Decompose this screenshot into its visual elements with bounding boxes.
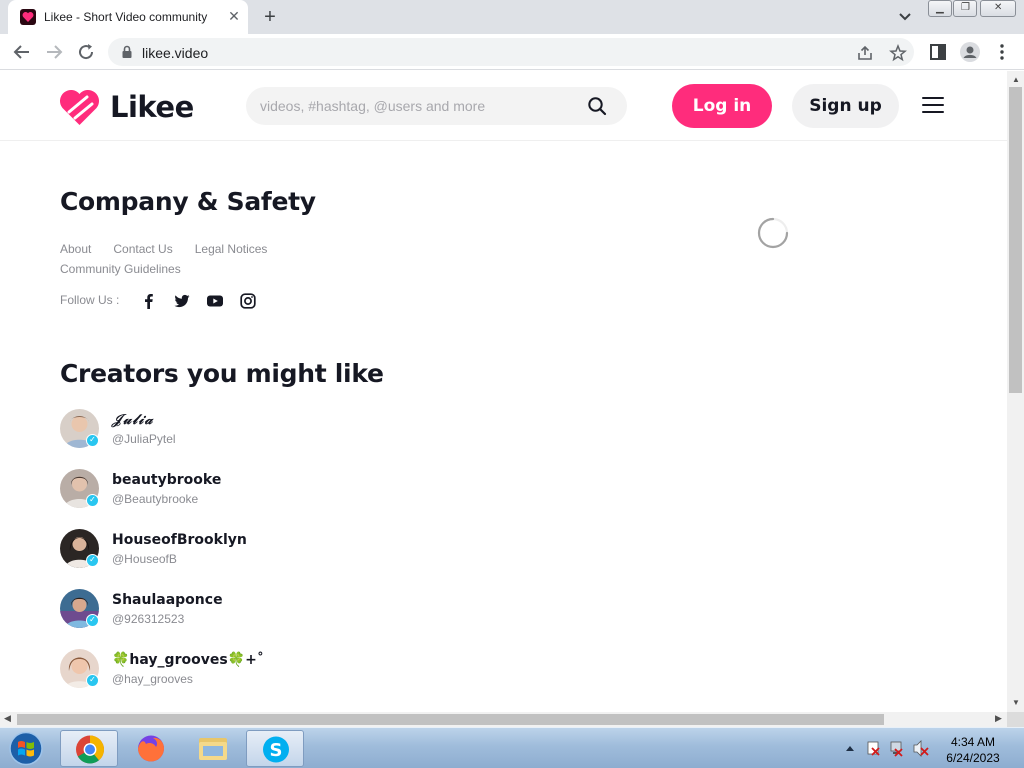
creator-item[interactable]: ✓ Shaulaaponce @926312523 — [60, 589, 360, 629]
url-text: likee.video — [142, 45, 209, 61]
clock-date: 6/24/2023 — [946, 751, 1000, 765]
start-button[interactable] — [3, 730, 49, 767]
back-arrow-icon[interactable] — [10, 40, 34, 64]
search-bar[interactable] — [246, 87, 627, 125]
verified-badge-icon: ✓ — [86, 614, 99, 627]
tab-close-icon[interactable]: ✕ — [226, 8, 242, 24]
creator-handle: @926312523 — [112, 612, 185, 626]
follow-us-label: Follow Us : — [60, 293, 120, 307]
verified-badge-icon: ✓ — [86, 674, 99, 687]
creator-name[interactable]: 🍀hay_grooves🍀+˚ — [112, 652, 264, 668]
horizontal-scrollbar[interactable]: ◀ ▶ — [0, 712, 1007, 727]
scroll-left-arrow-icon[interactable]: ◀ — [4, 713, 11, 724]
window-close-button[interactable]: ✕ — [980, 0, 1016, 17]
creator-name[interactable]: beautybrooke — [112, 472, 221, 488]
reload-icon[interactable] — [74, 40, 98, 64]
hamburger-menu-icon[interactable] — [922, 97, 944, 115]
window-restore-button[interactable]: ❐ — [953, 0, 977, 17]
contact-us-link[interactable]: Contact Us — [113, 242, 172, 256]
browser-tab-strip: Likee - Short Video community ✕ + ▁ ❐ ✕ — [0, 0, 1024, 34]
horizontal-scroll-thumb[interactable] — [17, 714, 884, 725]
svg-text:S: S — [270, 740, 283, 761]
verified-badge-icon: ✓ — [86, 494, 99, 507]
instagram-icon[interactable] — [239, 292, 257, 310]
system-tray — [842, 728, 932, 768]
login-button[interactable]: Log in — [672, 84, 772, 128]
windows-taskbar: S 4:34 AM 6/24/2023 — [0, 727, 1024, 768]
creator-name[interactable]: HouseofBrooklyn — [112, 532, 247, 548]
verified-badge-icon: ✓ — [86, 434, 99, 447]
community-guidelines-link[interactable]: Community Guidelines — [60, 262, 181, 276]
taskbar-chrome-icon[interactable] — [60, 730, 118, 767]
loading-spinner-icon — [756, 216, 790, 250]
likee-heart-icon — [59, 89, 100, 125]
vertical-scroll-thumb[interactable] — [1009, 87, 1022, 393]
creator-handle: @JuliaPytel — [112, 432, 176, 446]
scroll-up-arrow-icon[interactable]: ▲ — [1012, 75, 1020, 84]
legal-notices-link[interactable]: Legal Notices — [195, 242, 268, 256]
search-icon[interactable] — [586, 95, 608, 117]
scroll-down-arrow-icon[interactable]: ▼ — [1012, 698, 1020, 707]
facebook-icon[interactable] — [140, 292, 158, 310]
clock-time: 4:34 AM — [950, 735, 996, 749]
new-tab-button[interactable]: + — [259, 6, 281, 28]
taskbar-firefox-icon[interactable] — [122, 730, 180, 767]
likee-logo[interactable]: Likee — [59, 87, 194, 127]
vertical-scrollbar[interactable]: ▲ ▼ — [1007, 71, 1024, 712]
taskbar-clock[interactable]: 4:34 AM 6/24/2023 — [930, 734, 1016, 766]
likee-favicon-icon — [20, 9, 36, 25]
youtube-icon[interactable] — [206, 292, 224, 310]
twitter-icon[interactable] — [173, 292, 191, 310]
site-header: Likee Log in Sign up — [0, 71, 1007, 141]
share-icon[interactable] — [856, 44, 874, 67]
creator-item[interactable]: ✓ 🍀hay_grooves🍀+˚ @hay_grooves — [60, 649, 360, 689]
address-bar[interactable]: likee.video — [108, 38, 914, 66]
company-safety-title: Company & Safety — [60, 187, 316, 216]
tab-title: Likee - Short Video community — [44, 10, 208, 24]
bookmark-star-icon[interactable] — [889, 43, 907, 67]
creator-item[interactable]: ✓ HouseofBrooklyn @HouseofB — [60, 529, 360, 569]
logo-text: Likee — [110, 90, 194, 124]
scroll-right-arrow-icon[interactable]: ▶ — [995, 713, 1002, 724]
scrollbar-corner — [1007, 712, 1024, 727]
signup-button[interactable]: Sign up — [792, 84, 899, 128]
creator-handle: @HouseofB — [112, 552, 177, 566]
taskbar-skype-icon[interactable]: S — [246, 730, 304, 767]
lock-icon[interactable] — [121, 45, 133, 64]
tab-search-chevron-icon[interactable] — [895, 8, 915, 26]
forward-arrow-icon[interactable] — [42, 40, 66, 64]
creator-name[interactable]: 𝒥𝓊𝓁𝒾𝒶 — [112, 412, 154, 428]
about-link[interactable]: About — [60, 242, 91, 256]
taskbar-file-explorer-icon[interactable] — [184, 730, 242, 767]
creator-name[interactable]: Shaulaaponce — [112, 592, 223, 608]
profile-avatar-icon[interactable] — [958, 40, 982, 64]
footer-links: About Contact Us Legal Notices Community G… — [60, 239, 320, 279]
creator-handle: @Beautybrooke — [112, 492, 199, 506]
browser-tab[interactable]: Likee - Short Video community ✕ — [8, 0, 248, 34]
browser-menu-icon[interactable] — [990, 40, 1014, 64]
window-minimize-button[interactable]: ▁ — [928, 0, 952, 17]
creator-handle: @hay_grooves — [112, 672, 193, 686]
creator-item[interactable]: ✓ beautybrooke @Beautybrooke — [60, 469, 360, 509]
creators-title: Creators you might like — [60, 359, 384, 388]
browser-toolbar: likee.video — [0, 34, 1024, 70]
creator-item[interactable]: ✓ 𝒥𝓊𝓁𝒾𝒶 @JuliaPytel — [60, 409, 360, 449]
side-panel-icon[interactable] — [926, 40, 950, 64]
verified-badge-icon: ✓ — [86, 554, 99, 567]
search-input[interactable] — [260, 87, 580, 125]
